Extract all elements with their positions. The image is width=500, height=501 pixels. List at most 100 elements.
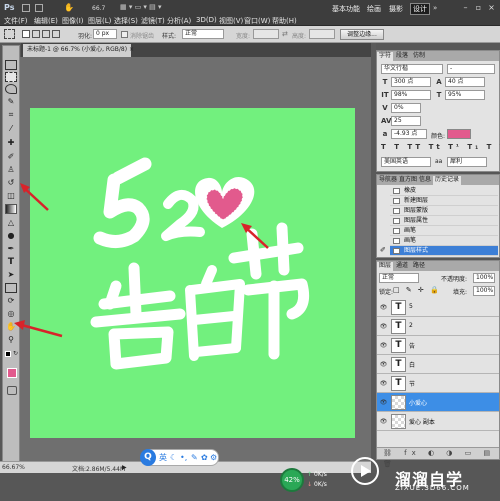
quick-select-tool-icon[interactable]: ✎	[5, 97, 17, 107]
status-zoom[interactable]: 66.67%	[2, 464, 25, 471]
opacity-input[interactable]: 100%	[473, 273, 495, 283]
minimize-icon[interactable]: –	[460, 3, 471, 14]
type-tool-icon[interactable]: T	[5, 257, 17, 267]
eye-icon[interactable]: 👁	[379, 322, 388, 331]
marquee-tool-icon[interactable]	[4, 29, 15, 39]
document-tab[interactable]: 未标题-1 @ 66.7% (小爱心, RGB/8) ×	[23, 44, 134, 57]
workspace-painting-button[interactable]: 绘画	[367, 4, 381, 15]
layer-row[interactable]: 👁 T 白	[377, 355, 499, 374]
menu-file[interactable]: 文件(F)	[4, 16, 28, 26]
eye-icon[interactable]: 👁	[379, 417, 388, 426]
menu-select[interactable]: 选择(S)	[114, 16, 138, 26]
antialias-checkbox[interactable]	[121, 31, 128, 38]
eye-icon[interactable]: 👁	[379, 303, 388, 312]
zoom-tool-icon[interactable]: ⚲	[5, 335, 17, 345]
refine-edge-button[interactable]: 调整边缘...	[340, 29, 384, 40]
baseline-shift-input[interactable]: -4.93 点	[391, 129, 427, 139]
layer-row[interactable]: 👁 T 5	[377, 298, 499, 317]
crop-tool-icon[interactable]: ⌗	[5, 110, 17, 120]
hand-icon[interactable]: ✋	[64, 3, 74, 12]
clone-stamp-tool-icon[interactable]: ♙	[5, 165, 17, 175]
layer-row-active[interactable]: 👁 小爱心	[377, 393, 499, 412]
eye-icon[interactable]: 👁	[379, 398, 388, 407]
gradient-tool-icon[interactable]	[5, 204, 17, 214]
restore-icon[interactable]: ▫	[473, 3, 484, 14]
feather-input[interactable]: 0 px	[93, 29, 117, 39]
ime-language-label[interactable]: 英	[159, 453, 167, 463]
history-item-active[interactable]: 图层样式	[390, 246, 498, 256]
style-select[interactable]: 正常	[182, 29, 224, 39]
text-style-buttons[interactable]: T T TT Tt T¹ T₁ T T	[381, 143, 500, 153]
layer-row[interactable]: 👁 T 节	[377, 374, 499, 393]
history-snapshot-brush-icon[interactable]: ✐	[380, 246, 386, 254]
tracking-input[interactable]: 25	[391, 116, 421, 126]
leading-input[interactable]: 40 点	[445, 77, 485, 87]
menu-layer[interactable]: 图层(L)	[88, 16, 111, 26]
history-item[interactable]: 橡皮	[390, 186, 498, 196]
net-percent-badge[interactable]: 42%	[280, 468, 304, 492]
tab-layers[interactable]: 图层	[377, 262, 394, 271]
fill-input[interactable]: 100%	[473, 286, 495, 296]
blend-mode-select[interactable]: 正常	[379, 273, 419, 283]
menu-view[interactable]: 视图(V)	[219, 16, 243, 26]
menu-help[interactable]: 帮助(H)	[272, 16, 297, 26]
layer-row[interactable]: 👁 爱心 副本	[377, 412, 499, 431]
history-brush-tool-icon[interactable]: ↺	[5, 178, 17, 188]
font-size-input[interactable]: 300 点	[391, 77, 431, 87]
workspace-design-button[interactable]: 设计	[410, 3, 430, 15]
menu-filter[interactable]: 滤镜(T)	[141, 16, 165, 26]
ime-skin-icon[interactable]: ✿	[201, 453, 208, 463]
tab-paragraph[interactable]: 段落	[394, 52, 410, 61]
lock-icons[interactable]: □ ✎ ✛ 🔒	[393, 286, 441, 294]
close-icon[interactable]: ×	[486, 3, 497, 14]
path-select-tool-icon[interactable]: ➤	[5, 270, 17, 280]
foreground-color-swatch[interactable]	[7, 368, 17, 378]
tab-history[interactable]: 历史记录	[433, 176, 462, 185]
menu-image[interactable]: 图像(I)	[62, 16, 84, 26]
blur-tool-icon[interactable]: △	[5, 218, 17, 228]
swap-colors-icon[interactable]: ↻	[13, 351, 18, 357]
layer-row[interactable]: 👁 T 告	[377, 336, 499, 355]
shape-tool-icon[interactable]	[5, 283, 17, 293]
move-tool-icon[interactable]	[5, 60, 17, 70]
language-select[interactable]: 美国英语	[381, 157, 431, 167]
ime-symbol-icon[interactable]: •,	[180, 453, 187, 463]
eye-icon[interactable]: 👁	[379, 360, 388, 369]
layers-panel-footer-icons[interactable]: ⛓ fx ◐ ◑ ▭ ▤ 🗑	[377, 447, 499, 468]
document-canvas[interactable]	[30, 108, 355, 438]
ime-settings-icon[interactable]: ⚙	[210, 453, 217, 463]
eraser-tool-icon[interactable]: ◫	[5, 191, 17, 201]
mini-bridge-icon[interactable]	[35, 4, 43, 12]
pen-tool-icon[interactable]: ✒	[5, 244, 17, 254]
selection-mode-icons[interactable]	[22, 30, 62, 39]
eye-icon[interactable]: 👁	[379, 341, 388, 350]
menu-window[interactable]: 窗口(W)	[244, 16, 270, 26]
brush-tool-icon[interactable]: ✐	[5, 152, 17, 162]
workspace-more-icon[interactable]: »	[433, 4, 437, 12]
layer-row[interactable]: 👁 T 2	[377, 317, 499, 336]
healing-brush-tool-icon[interactable]: ✚	[5, 138, 17, 148]
menu-analysis[interactable]: 分析(A)	[167, 16, 191, 26]
width-input[interactable]	[253, 29, 279, 39]
tab-info[interactable]: 信息	[417, 176, 433, 185]
tab-channels[interactable]: 通道	[394, 262, 410, 271]
font-style-select[interactable]: -	[447, 64, 495, 74]
quick-mask-icon[interactable]	[7, 386, 17, 395]
lasso-tool-icon[interactable]	[5, 84, 17, 94]
font-family-select[interactable]: 华文行楷	[381, 64, 443, 74]
hand-tool-icon[interactable]: ✋	[5, 322, 17, 332]
horizontal-scale-input[interactable]: 95%	[445, 90, 485, 100]
kerning-percent-input[interactable]: 0%	[391, 103, 421, 113]
tab-character[interactable]: 字符	[377, 52, 394, 61]
ime-tools-icon[interactable]: ✎	[191, 453, 198, 463]
history-item[interactable]: 画笔	[390, 236, 498, 246]
eyedropper-tool-icon[interactable]: ⁄	[5, 124, 17, 134]
eye-icon[interactable]: 👁	[379, 379, 388, 388]
3d-rotate-tool-icon[interactable]: ⟳	[5, 296, 17, 306]
history-item[interactable]: 图层属性	[390, 216, 498, 226]
status-menu-icon[interactable]: ▶	[122, 464, 127, 471]
menu-edit[interactable]: 编辑(E)	[34, 16, 58, 26]
height-input[interactable]	[309, 29, 335, 39]
tab-histogram[interactable]: 直方图	[397, 176, 419, 185]
history-item[interactable]: 图层蒙版	[390, 206, 498, 216]
